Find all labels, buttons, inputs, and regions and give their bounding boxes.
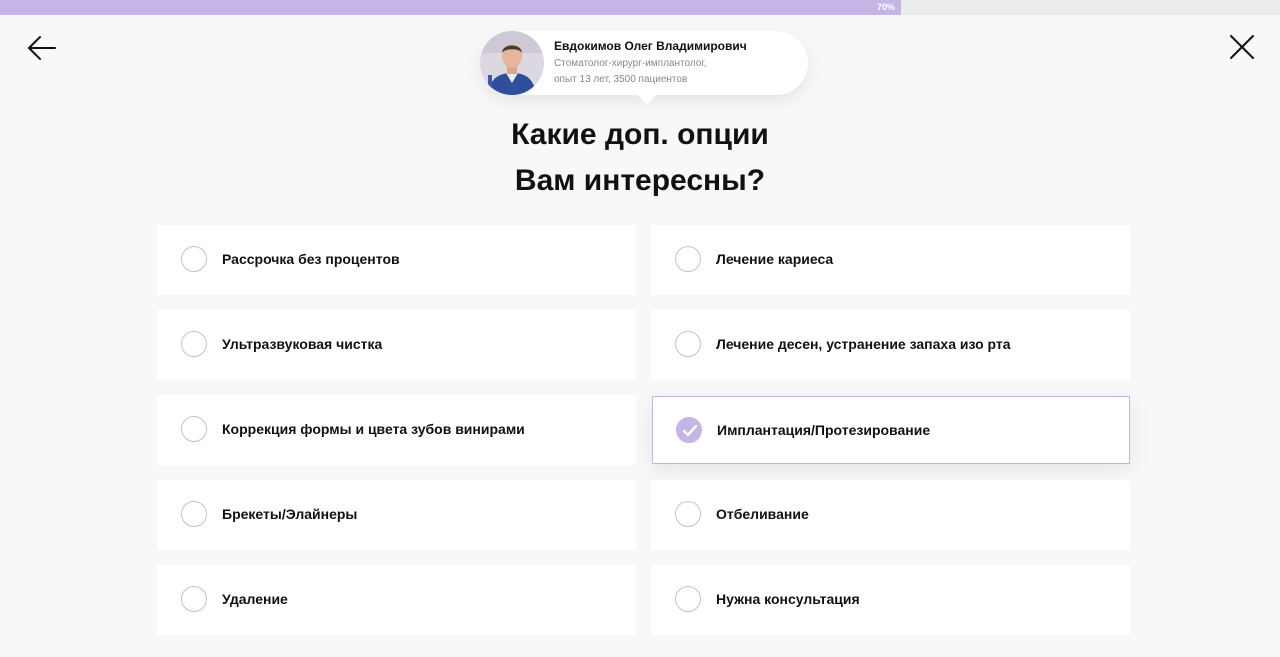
checkbox-unchecked[interactable] xyxy=(181,416,207,442)
doctor-avatar xyxy=(480,31,544,95)
doctor-name: Евдокимов Олег Владимирович xyxy=(554,39,747,53)
progress-label: 70% xyxy=(876,2,895,12)
option-item[interactable]: Ультразвуковая чистка xyxy=(157,310,636,380)
checkbox-unchecked[interactable] xyxy=(675,586,701,612)
option-item[interactable]: Рассрочка без процентов xyxy=(157,225,636,295)
option-label: Отбеливание xyxy=(716,506,809,522)
doctor-description: Стоматолог-хирург-имплантолог, опыт 13 л… xyxy=(554,56,707,88)
question-title-line2: Вам интересны? xyxy=(514,164,766,197)
option-label: Лечение кариеса xyxy=(716,251,834,267)
doctor-card: Евдокимов Олег Владимирович Стоматолог-х… xyxy=(480,31,808,105)
option-label: Брекеты/Элайнеры xyxy=(222,506,358,522)
option-item[interactable]: Нужна консультация xyxy=(651,565,1130,635)
option-item[interactable]: Брекеты/Элайнеры xyxy=(157,480,636,550)
option-label: Ультразвуковая чистка xyxy=(222,336,383,352)
checkbox-unchecked[interactable] xyxy=(181,331,207,357)
arrow-left-icon xyxy=(28,36,56,60)
option-label: Рассрочка без процентов xyxy=(222,251,400,267)
question-title: Какие доп. опции Вам интересны? xyxy=(340,112,940,204)
checkbox-unchecked[interactable] xyxy=(675,246,701,272)
progress-bar: 70% xyxy=(0,0,1280,15)
option-item[interactable]: Лечение кариеса xyxy=(651,225,1130,295)
progress-fill: 70% xyxy=(0,0,901,15)
option-item[interactable]: Отбеливание xyxy=(651,480,1130,550)
option-label: Имплантация/Протезирование xyxy=(717,422,931,438)
close-button[interactable] xyxy=(1224,30,1260,66)
option-item[interactable]: Удаление xyxy=(157,565,636,635)
checkbox-unchecked[interactable] xyxy=(181,246,207,272)
option-item[interactable]: Лечение десен, устранение запаха изо рта xyxy=(651,310,1130,380)
checkbox-unchecked[interactable] xyxy=(181,586,207,612)
doctor-photo-icon xyxy=(480,31,544,95)
checkbox-unchecked[interactable] xyxy=(675,501,701,527)
doctor-description-line1: Стоматолог-хирург-имплантолог, xyxy=(554,58,707,69)
doctor-description-line2: опыт 13 лет, 3500 пациентов xyxy=(554,74,688,85)
checkbox-unchecked[interactable] xyxy=(675,331,701,357)
back-button[interactable] xyxy=(24,30,60,66)
question-title-line1: Какие доп. опции xyxy=(511,118,769,151)
close-icon xyxy=(1230,35,1254,59)
option-item[interactable]: Имплантация/Протезирование xyxy=(652,396,1130,464)
option-label: Нужна консультация xyxy=(716,591,860,607)
checkbox-checked[interactable] xyxy=(676,417,702,443)
option-label: Коррекция формы и цвета зубов винирами xyxy=(222,421,525,437)
option-label: Лечение десен, устранение запаха изо рта xyxy=(716,336,1011,352)
checkbox-unchecked[interactable] xyxy=(181,501,207,527)
option-label: Удаление xyxy=(222,591,288,607)
check-icon xyxy=(682,424,698,437)
option-item[interactable]: Коррекция формы и цвета зубов винирами xyxy=(157,395,636,465)
